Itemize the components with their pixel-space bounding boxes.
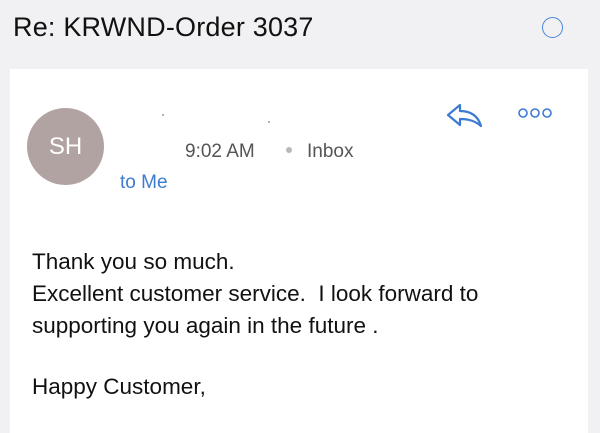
more-options-icon[interactable] <box>515 106 555 120</box>
body-line: Thank you so much. <box>32 249 235 274</box>
subject-bar: Re: KRWND-Order 3037 <box>0 0 600 58</box>
email-subject: Re: KRWND-Order 3037 <box>13 12 314 42</box>
recipient-link[interactable]: to Me <box>120 172 168 194</box>
message-time: 9:02 AM <box>185 141 255 162</box>
redacted-sender-mark <box>268 121 270 123</box>
message-signoff: Happy Customer, <box>32 374 206 399</box>
message-folder: Inbox <box>307 141 354 162</box>
avatar-initials: SH <box>48 132 83 160</box>
separator-dot <box>286 147 292 153</box>
body-line: Excellent customer service. I look forwa… <box>32 281 479 306</box>
body-line: supporting you again in the future . <box>32 313 379 338</box>
avatar[interactable]: SH <box>27 108 104 185</box>
message-card: SH 9:02 AM Inbox to Me Thank you so much… <box>10 69 588 433</box>
circle-icon[interactable] <box>542 17 563 38</box>
message-body: Thank you so much. Excellent customer se… <box>32 246 478 342</box>
reply-arrow-icon[interactable] <box>445 102 485 128</box>
redacted-sender-mark <box>162 114 164 116</box>
